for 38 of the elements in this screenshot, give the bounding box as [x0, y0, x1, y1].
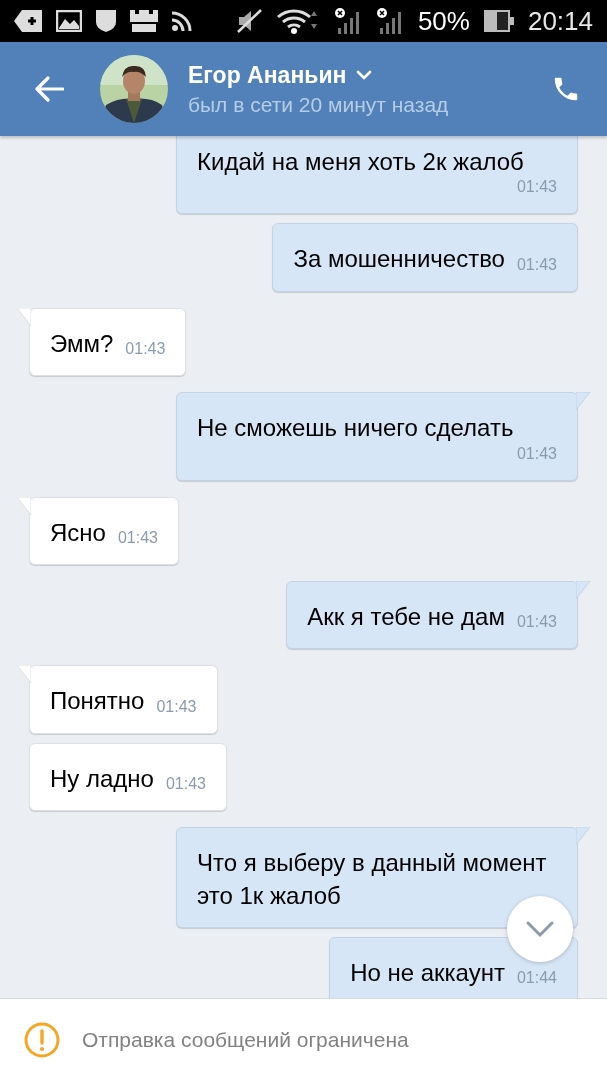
battery-percentage: 50% — [417, 5, 470, 37]
message-text: Кидай на меня хоть 2к жалоб — [197, 147, 524, 177]
rss-icon — [172, 11, 192, 31]
message-text: Акк я тебе не дам — [307, 601, 505, 632]
contact-name[interactable]: Егор Ананьин — [188, 61, 347, 89]
message-time: 01:43 — [125, 340, 166, 360]
shield-icon — [96, 10, 116, 32]
message-time: 01:43 — [156, 697, 197, 717]
message-text: За мошенничество — [293, 244, 505, 275]
message-time: 01:43 — [165, 775, 206, 795]
message-text: Ясно — [50, 517, 106, 548]
signal-icon — [375, 8, 404, 34]
message-text: Эмм? — [50, 328, 114, 359]
add-icon — [14, 10, 42, 32]
clock: 20:14 — [527, 5, 593, 37]
message-time: 01:43 — [516, 444, 557, 464]
mute-icon — [235, 9, 262, 33]
castle-icon — [130, 10, 158, 32]
battery-icon — [483, 10, 514, 32]
message-time: 01:43 — [516, 255, 557, 275]
message-text: Не сможешь ничего сделать — [197, 413, 514, 444]
wifi-icon — [275, 8, 320, 34]
message-time: 01:43 — [117, 528, 158, 548]
message-text: Понятно — [50, 686, 145, 717]
message-text: Что я выберу в данный момент это 1к жалоб — [197, 848, 548, 911]
chevron-down-icon — [525, 920, 555, 938]
message-time: 01:44 — [516, 969, 557, 989]
signal-icon — [333, 8, 362, 34]
restriction-notice: Отправка сообщений ограничена — [82, 1028, 409, 1052]
message-time: 01:43 — [516, 178, 557, 198]
message-text: Но не аккаунт — [350, 957, 505, 988]
back-icon[interactable] — [34, 76, 64, 102]
image-icon — [56, 10, 82, 32]
last-seen-status: был в сети 20 минут назад — [188, 92, 450, 117]
message-text: Ну ладно — [50, 763, 154, 794]
warning-icon — [24, 1022, 60, 1058]
chevron-down-icon[interactable] — [356, 70, 373, 80]
message-time: 01:43 — [516, 613, 557, 633]
